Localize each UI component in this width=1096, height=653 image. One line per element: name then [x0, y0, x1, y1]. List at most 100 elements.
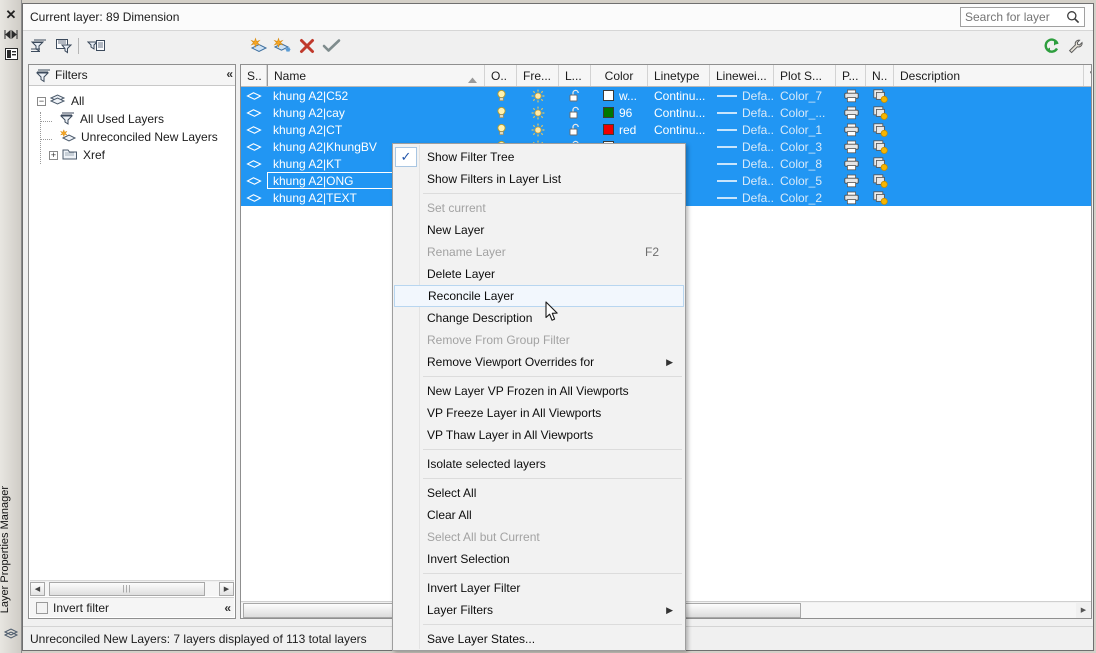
layer-color-cell[interactable]: red [591, 121, 648, 138]
layer-linetype-cell[interactable]: Continu... [648, 104, 710, 121]
filter-tree-item-unreconciled-new-layers[interactable]: Unreconciled New Layers [35, 128, 235, 146]
layer-plotstyle-cell[interactable]: Color_3 [774, 138, 836, 155]
refresh-icon[interactable] [1041, 35, 1063, 57]
menu-item-invert-layer-filter[interactable]: Invert Layer Filter [393, 577, 685, 599]
new-group-filter-button[interactable] [53, 35, 75, 57]
color-swatch[interactable] [603, 90, 614, 101]
layer-on-toggle-icon[interactable] [485, 104, 517, 121]
layer-new-vp-freeze-icon[interactable] [866, 155, 894, 172]
layer-name-cell[interactable]: khung A2|CT [267, 121, 485, 138]
layer-vp-freeze-icon[interactable] [1084, 138, 1096, 155]
invert-filter-row[interactable]: Invert filter « [30, 597, 234, 617]
layer-freeze-toggle-icon[interactable] [517, 121, 559, 138]
layer-status-icon[interactable] [241, 121, 267, 138]
layer-lock-toggle-icon[interactable] [559, 87, 591, 104]
layer-status-icon[interactable] [241, 155, 267, 172]
table-row[interactable]: khung A2|CT red Continu... Defa... Color_1 [241, 121, 1096, 138]
layer-lineweight-cell[interactable]: Defa... [710, 155, 774, 172]
column-header-lock[interactable]: L... [559, 65, 591, 86]
layer-status-icon[interactable] [241, 87, 267, 104]
layer-vp-freeze-icon[interactable] [1084, 189, 1096, 206]
layer-new-vp-freeze-icon[interactable] [866, 104, 894, 121]
layer-on-toggle-icon[interactable] [485, 87, 517, 104]
scroll-thumb[interactable]: ||| [49, 581, 205, 596]
new-layer-button[interactable] [248, 35, 270, 57]
column-header-freeze[interactable]: Fre... [517, 65, 559, 86]
layer-plot-toggle-icon[interactable] [836, 155, 866, 172]
layer-status-icon[interactable] [241, 189, 267, 206]
delete-layer-button[interactable] [296, 35, 318, 57]
column-header-vp-freeze[interactable]: V... [1084, 65, 1091, 86]
filters-horizontal-scrollbar[interactable]: ◀ ||| ▶ [30, 580, 234, 596]
filter-tree-item-all[interactable]: − All [37, 92, 235, 110]
layer-linetype-cell[interactable]: Continu... [648, 87, 710, 104]
layer-vp-freeze-icon[interactable] [1084, 172, 1096, 189]
filter-tree-item-all-used-layers[interactable]: All Used Layers [35, 110, 235, 128]
layer-new-vp-freeze-icon[interactable] [866, 189, 894, 206]
layer-name-cell[interactable]: khung A2|cay [267, 104, 485, 121]
menu-item-clear-all[interactable]: Clear All [393, 504, 685, 526]
layer-plotstyle-cell[interactable]: Color_1 [774, 121, 836, 138]
new-property-filter-button[interactable] [28, 35, 50, 57]
layer-plotstyle-cell[interactable]: Color_5 [774, 172, 836, 189]
layer-lineweight-cell[interactable]: Defa... [710, 138, 774, 155]
layer-states-manager-button[interactable] [85, 35, 107, 57]
column-header-on[interactable]: O.. [485, 65, 517, 86]
search-box[interactable] [960, 7, 1085, 27]
menu-item-change-description[interactable]: Change Description [393, 307, 685, 329]
layer-color-cell[interactable]: 96 [591, 104, 648, 121]
menu-item-new-layer[interactable]: New Layer [393, 219, 685, 241]
layer-lineweight-cell[interactable]: Defa... [710, 121, 774, 138]
collapse-panel-button[interactable]: « [224, 601, 231, 615]
menu-item-remove-viewport-overrides-for[interactable]: Remove Viewport Overrides for ▶ [393, 351, 685, 373]
layer-plotstyle-cell[interactable]: Color_7 [774, 87, 836, 104]
layer-description-cell[interactable] [894, 138, 1084, 155]
layer-description-cell[interactable] [894, 121, 1084, 138]
layer-lock-toggle-icon[interactable] [559, 104, 591, 121]
invert-filter-checkbox[interactable] [36, 601, 48, 614]
layer-new-vp-freeze-icon[interactable] [866, 172, 894, 189]
layer-status-icon[interactable] [241, 104, 267, 121]
scroll-track[interactable]: ||| [45, 581, 219, 596]
layer-plot-toggle-icon[interactable] [836, 138, 866, 155]
layer-status-icon[interactable] [241, 138, 267, 155]
layer-description-cell[interactable] [894, 87, 1084, 104]
menu-item-delete-layer[interactable]: Delete Layer [393, 263, 685, 285]
layer-lineweight-cell[interactable]: Defa... [710, 172, 774, 189]
layer-freeze-toggle-icon[interactable] [517, 104, 559, 121]
auto-hide-icon[interactable] [0, 24, 22, 44]
column-header-status[interactable]: S.. [241, 65, 267, 86]
layer-plotstyle-cell[interactable]: Color_8 [774, 155, 836, 172]
layer-plotstyle-cell[interactable]: Color_... [774, 104, 836, 121]
menu-item-layer-filters[interactable]: Layer Filters ▶ [393, 599, 685, 621]
scroll-left-arrow-icon[interactable]: ◀ [30, 581, 45, 596]
close-icon[interactable]: ✕ [0, 4, 22, 24]
menu-item-show-filter-tree[interactable]: ✓ Show Filter Tree [393, 146, 685, 168]
expander-icon[interactable]: + [49, 150, 58, 160]
layer-new-vp-freeze-icon[interactable] [866, 138, 894, 155]
filter-tree-item-xref[interactable]: + Xref [49, 146, 235, 164]
layer-name-cell[interactable]: khung A2|C52 [267, 87, 485, 104]
layer-lineweight-cell[interactable]: Defa... [710, 189, 774, 206]
scroll-right-arrow-icon[interactable]: ▶ [1076, 603, 1091, 618]
layer-status-icon[interactable] [241, 172, 267, 189]
layer-new-vp-freeze-icon[interactable] [866, 87, 894, 104]
collapse-filters-button[interactable]: « [226, 67, 233, 81]
layer-freeze-toggle-icon[interactable] [517, 87, 559, 104]
search-input[interactable] [965, 9, 1065, 25]
table-row[interactable]: khung A2|cay 96 Continu... Defa... Color_... [241, 104, 1096, 121]
set-current-check-icon[interactable] [320, 35, 342, 57]
new-layer-vp-frozen-button[interactable] [272, 35, 294, 57]
menu-item-vp-thaw-layer-in-all-viewports[interactable]: VP Thaw Layer in All Viewports [393, 424, 685, 446]
layer-linetype-cell[interactable]: Continu... [648, 121, 710, 138]
column-header-name[interactable]: Name [267, 65, 485, 86]
expander-icon[interactable]: − [37, 96, 46, 106]
search-icon[interactable] [1066, 10, 1080, 27]
layer-vp-freeze-icon[interactable] [1084, 87, 1096, 104]
layer-lineweight-cell[interactable]: Defa... [710, 87, 774, 104]
properties-icon[interactable] [0, 44, 22, 64]
color-swatch[interactable] [603, 124, 614, 135]
column-header-plot[interactable]: P... [836, 65, 866, 86]
column-header-linetype[interactable]: Linetype [648, 65, 710, 86]
layer-vp-freeze-icon[interactable] [1084, 104, 1096, 121]
